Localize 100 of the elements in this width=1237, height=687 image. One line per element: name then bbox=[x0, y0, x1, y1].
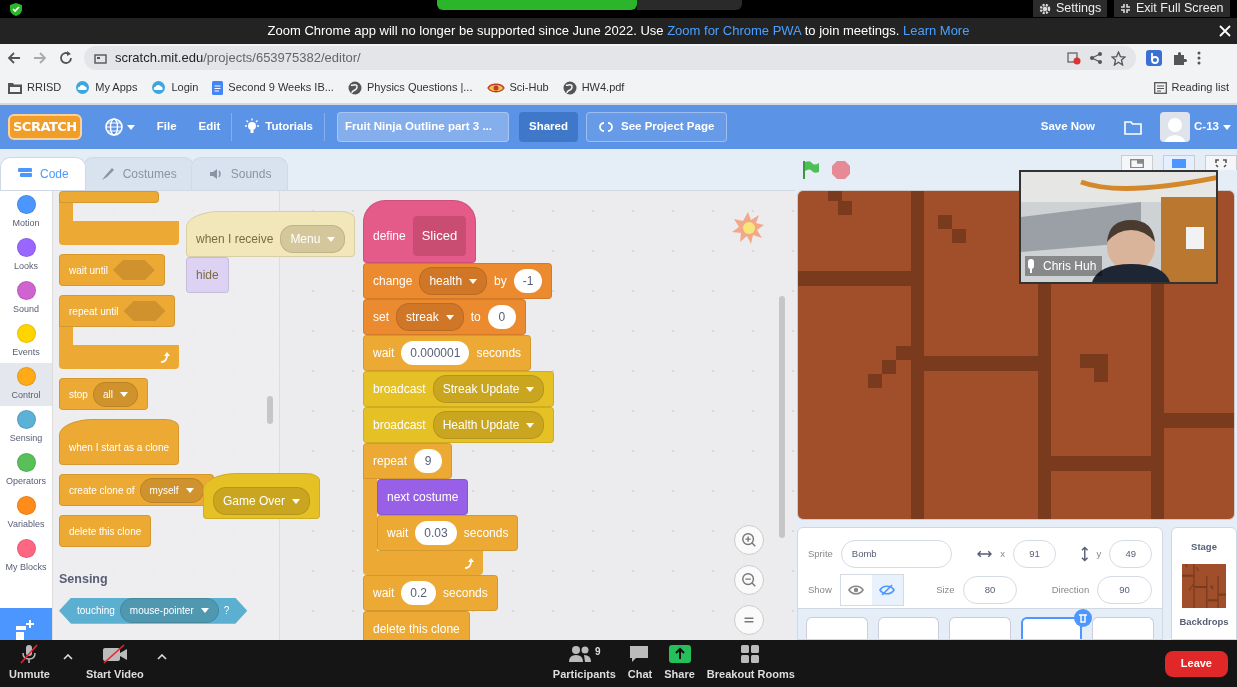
code-block[interactable]: change health by -1 bbox=[363, 263, 553, 299]
number-input[interactable]: 0.03 bbox=[415, 521, 457, 545]
caret-icon bbox=[469, 278, 478, 284]
code-block[interactable]: set streak to 0 bbox=[363, 299, 526, 335]
category-item[interactable]: My Blocks bbox=[0, 535, 52, 578]
caret-icon bbox=[292, 498, 300, 504]
sprite-thumbnail[interactable] bbox=[1092, 617, 1154, 639]
speaker-icon bbox=[207, 166, 224, 182]
x-field[interactable]: 91 bbox=[1013, 540, 1056, 568]
bookmark[interactable]: HW4.pdf bbox=[562, 79, 625, 96]
puzzle-icon[interactable] bbox=[1172, 50, 1187, 66]
zoom-in-button[interactable] bbox=[734, 525, 764, 555]
fullscreen-button[interactable] bbox=[1205, 155, 1237, 170]
code-block[interactable]: wait 0.000001 seconds bbox=[363, 335, 532, 371]
code-block[interactable]: when I receive Menu bbox=[186, 211, 356, 257]
code-block[interactable]: next costume bbox=[377, 479, 469, 515]
code-block[interactable]: wait 0.2 seconds bbox=[363, 575, 498, 611]
sprite-name-field[interactable]: Bomb bbox=[840, 540, 952, 568]
backdrop-thumbnail[interactable] bbox=[1182, 564, 1226, 609]
sprite-thumbnail[interactable] bbox=[1020, 617, 1083, 639]
start-video-button[interactable]: Start Video bbox=[80, 640, 149, 687]
unmute-button[interactable]: Unmute bbox=[4, 640, 55, 687]
hide-toggle[interactable] bbox=[871, 575, 903, 605]
caret-icon bbox=[526, 386, 535, 392]
delete-sprite-icon[interactable] bbox=[1074, 609, 1092, 627]
caret-icon bbox=[1223, 124, 1231, 130]
leave-button[interactable]: Leave bbox=[1164, 650, 1228, 677]
eye-icon bbox=[848, 584, 865, 596]
zoom-out-button[interactable] bbox=[734, 565, 764, 595]
reset-zoom-button[interactable] bbox=[734, 605, 764, 635]
category-item[interactable]: Operators bbox=[0, 449, 52, 492]
code-block[interactable]: hide bbox=[186, 257, 229, 293]
scrollbar[interactable] bbox=[779, 296, 785, 538]
sprite-thumbnail[interactable] bbox=[806, 617, 868, 639]
sprite-thumbnail[interactable] bbox=[949, 617, 1011, 639]
participants-button[interactable]: 9 Participants bbox=[546, 640, 622, 687]
menu-icon[interactable] bbox=[1197, 51, 1201, 65]
reading-list-button[interactable]: Reading list bbox=[1153, 79, 1229, 96]
blocked-popup-icon[interactable] bbox=[1067, 51, 1081, 65]
notice-text: Zoom Chrome app will no longer be supported since June 2022. Use Zoom for Chrome PWA to join meetings. Learn More bbox=[267, 22, 970, 41]
back-icon[interactable] bbox=[6, 50, 22, 66]
settings-button[interactable]: Settings bbox=[1033, 0, 1108, 17]
notice-link[interactable]: Learn More bbox=[902, 23, 970, 39]
code-block[interactable]: define Sliced bbox=[363, 200, 477, 263]
category-label: My Blocks bbox=[5, 560, 47, 574]
bookmark[interactable]: Second 9 Weeks IB... bbox=[212, 79, 334, 96]
loop-arrow-icon bbox=[463, 557, 475, 569]
star-icon[interactable] bbox=[1111, 50, 1126, 66]
bookmark[interactable]: My Apps bbox=[75, 79, 138, 96]
close-icon[interactable] bbox=[1219, 25, 1231, 37]
number-input[interactable]: 0.2 bbox=[401, 581, 437, 605]
exit-fullscreen-button[interactable]: Exit Full Screen bbox=[1114, 0, 1230, 17]
bookmark[interactable]: Physics Questions |... bbox=[347, 79, 473, 96]
stop-icon[interactable] bbox=[831, 159, 851, 180]
category-item[interactable]: Variables bbox=[0, 492, 52, 535]
reload-icon[interactable] bbox=[58, 50, 74, 66]
number-input[interactable]: -1 bbox=[513, 269, 543, 293]
block-text: delete this clone bbox=[69, 524, 142, 539]
code-block[interactable]: wait 0.03 seconds bbox=[377, 515, 519, 551]
chat-button[interactable]: Chat bbox=[621, 640, 659, 687]
category-item[interactable]: Events bbox=[0, 320, 52, 363]
block-text: wait bbox=[373, 585, 395, 602]
size-field[interactable]: 80 bbox=[962, 576, 1018, 604]
block-text: wait bbox=[387, 525, 409, 542]
number-input[interactable]: 0 bbox=[487, 305, 516, 329]
y-field[interactable]: 49 bbox=[1109, 540, 1152, 568]
number-input[interactable]: 9 bbox=[414, 449, 443, 473]
category-item[interactable]: Looks bbox=[0, 234, 52, 277]
share-icon[interactable] bbox=[1089, 51, 1103, 65]
category-label: Variables bbox=[7, 517, 45, 531]
flag-icon[interactable] bbox=[801, 159, 821, 180]
scrollbar[interactable] bbox=[267, 396, 273, 424]
category-item[interactable]: Control bbox=[0, 363, 52, 406]
bookmark[interactable]: RRISD bbox=[8, 79, 62, 96]
breakout-button[interactable]: Breakout Rooms bbox=[700, 640, 801, 687]
extension-icon[interactable] bbox=[1146, 50, 1162, 66]
bookmark[interactable]: Sci-Hub bbox=[486, 79, 549, 96]
site-info-icon[interactable] bbox=[94, 52, 107, 64]
small-stage-button[interactable] bbox=[1121, 155, 1153, 170]
horizontal-arrows-icon bbox=[977, 550, 993, 558]
sprite-thumbnail[interactable] bbox=[877, 617, 940, 639]
avatar-icon bbox=[1160, 112, 1191, 142]
category-item[interactable]: Sensing bbox=[0, 406, 52, 449]
normal-stage-button[interactable] bbox=[1163, 155, 1195, 170]
shared-button[interactable]: Shared bbox=[519, 112, 579, 142]
share-button[interactable]: Share bbox=[658, 640, 701, 687]
number-input[interactable]: 0.000001 bbox=[401, 341, 470, 365]
category-item[interactable]: Motion bbox=[0, 191, 52, 234]
field-label: y bbox=[1096, 546, 1102, 561]
bookmark[interactable]: Login bbox=[151, 79, 199, 96]
category-item[interactable]: Sound bbox=[0, 277, 52, 320]
exit-fullscreen-icon bbox=[1120, 3, 1131, 14]
address-bar[interactable]: scratch.mit.edu/projects/653975382/editor/ bbox=[84, 46, 1136, 70]
block-text: next costume bbox=[387, 489, 459, 506]
document-icon bbox=[212, 80, 224, 95]
add-extension-button[interactable] bbox=[0, 608, 52, 640]
direction-field[interactable]: 90 bbox=[1097, 576, 1152, 604]
forward-icon[interactable] bbox=[32, 50, 48, 66]
notice-link[interactable]: Zoom for Chrome PWA bbox=[667, 23, 802, 39]
code-block[interactable]: repeat 9 bbox=[363, 443, 453, 479]
